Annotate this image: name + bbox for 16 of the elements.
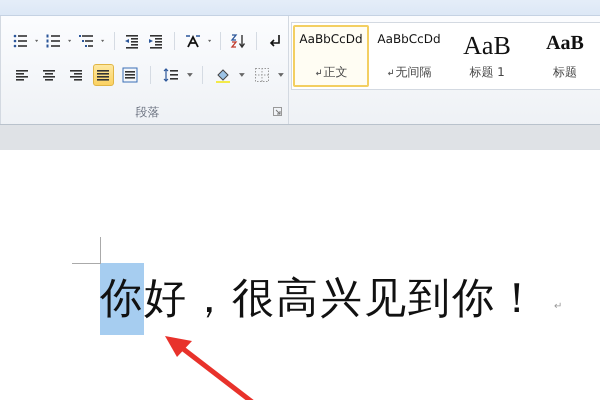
style-name: 正文 [324, 64, 348, 81]
style-item[interactable]: AaBbCcDd 正文 [293, 25, 369, 87]
style-name: 标题 1 [469, 64, 505, 81]
style-item[interactable]: AaB 标题 [527, 25, 600, 87]
document-text: 好，很高兴见到你！ [144, 275, 540, 324]
style-preview: AaBbCcDd [299, 33, 363, 45]
paragraph-mark: ↵ [554, 300, 562, 312]
style-preview: AaB [463, 33, 511, 59]
style-name: 无间隔 [396, 64, 432, 81]
style-item[interactable]: AaBbCcDd 无间隔 [371, 25, 447, 87]
style-name: 标题 [553, 64, 577, 81]
style-preview: AaBbCcDd [377, 33, 441, 45]
style-item[interactable]: AaB 标题 1 [449, 25, 525, 87]
style-preview: AaB [546, 33, 584, 53]
group-label: 段落 [136, 104, 160, 120]
document-text: 你 [100, 263, 144, 335]
